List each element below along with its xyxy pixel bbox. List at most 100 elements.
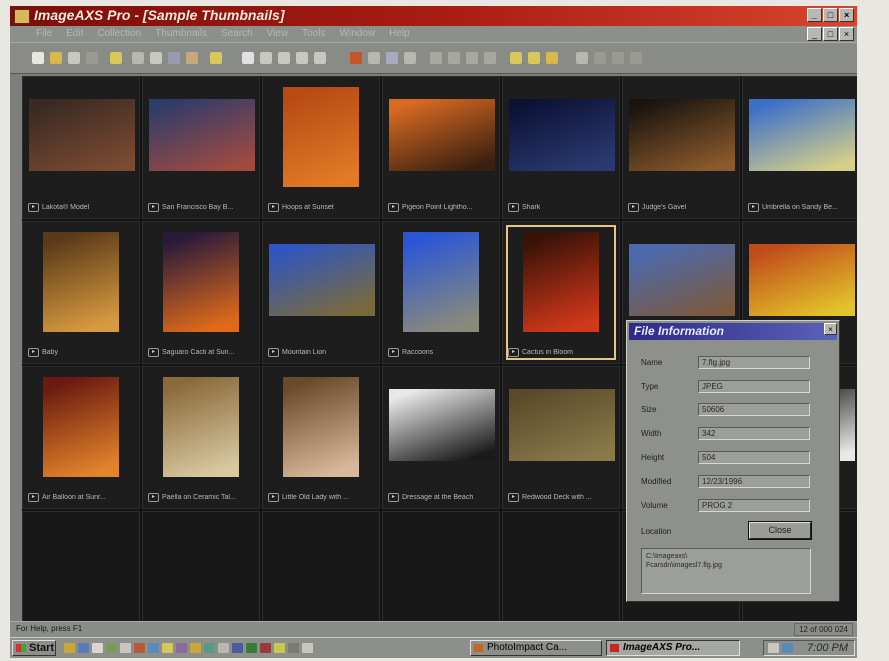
size-field[interactable]: 50606 bbox=[698, 403, 810, 416]
quicklaunch-folder-icon[interactable] bbox=[162, 643, 173, 653]
menu-view[interactable]: View bbox=[267, 26, 289, 42]
image-file-icon[interactable]: ▸ bbox=[508, 347, 519, 357]
hand-icon[interactable] bbox=[186, 52, 198, 64]
type-field[interactable]: JPEG bbox=[698, 380, 810, 393]
doc-close-button[interactable]: × bbox=[839, 27, 854, 41]
thumbnail-cell[interactable]: ▸ Mountain Lion bbox=[262, 221, 380, 364]
thumbnail-cell[interactable]: ▸ Umbrella on Sandy Be... bbox=[742, 76, 857, 219]
thumbnail-image[interactable] bbox=[283, 377, 359, 477]
thumbnail-cell[interactable]: ▸ Redwood Deck with ... bbox=[502, 366, 620, 509]
thumbnail-cell[interactable]: ▸ Dressage at the Beach bbox=[382, 366, 500, 509]
thumbnail-image[interactable] bbox=[283, 87, 359, 187]
document-icon[interactable] bbox=[404, 52, 416, 64]
thumbnail-cell[interactable]: ▸ Paella on Ceramic Tal... bbox=[142, 366, 260, 509]
image-file-icon[interactable]: ▸ bbox=[508, 202, 519, 212]
image-file-icon[interactable]: ▸ bbox=[148, 347, 159, 357]
thumbnail-image[interactable] bbox=[509, 389, 615, 461]
thumbnail-cell[interactable]: ▸ Shark bbox=[502, 76, 620, 219]
refresh-icon[interactable] bbox=[168, 52, 180, 64]
thumbnail-image[interactable] bbox=[629, 244, 735, 316]
quicklaunch-notepad-icon[interactable] bbox=[92, 643, 103, 653]
start-button[interactable]: Start bbox=[12, 640, 56, 656]
task-photoimpact[interactable]: PhotoImpact Ca... bbox=[470, 640, 602, 656]
save-icon[interactable] bbox=[68, 52, 80, 64]
menu-file[interactable]: File bbox=[36, 26, 52, 42]
image-file-icon[interactable]: ▸ bbox=[388, 492, 399, 502]
doc-minimize-button[interactable]: _ bbox=[807, 27, 822, 41]
image-file-icon[interactable]: ▸ bbox=[148, 492, 159, 502]
quicklaunch-calculator-icon[interactable] bbox=[120, 643, 131, 653]
name-field[interactable]: 7.flg.jpg bbox=[698, 356, 810, 369]
thumbnail-cell[interactable]: ▸ Judge's Gavel bbox=[622, 76, 740, 219]
thumbnail-image[interactable] bbox=[389, 99, 495, 171]
quicklaunch-media-icon[interactable] bbox=[176, 643, 187, 653]
quicklaunch-explorer-icon[interactable] bbox=[64, 643, 75, 653]
thumbnail-cell[interactable]: ▸ Baby bbox=[22, 221, 140, 364]
thumbnail-cell[interactable]: ▸ Hoops at Sunset bbox=[262, 76, 380, 219]
quicklaunch-browser-icon[interactable] bbox=[78, 643, 89, 653]
quicklaunch-pdf-icon[interactable] bbox=[302, 643, 313, 653]
image-file-icon[interactable]: ▸ bbox=[148, 202, 159, 212]
folder-open-icon[interactable] bbox=[546, 52, 558, 64]
location-field[interactable]: C:\Imageaxs\ Fcarsdn\imagesl7.flg.jpg bbox=[641, 548, 811, 594]
thumbnail-image[interactable] bbox=[29, 99, 135, 171]
tools-icon[interactable] bbox=[150, 52, 162, 64]
close-dialog-button[interactable]: Close bbox=[748, 521, 812, 540]
open-folder-icon[interactable] bbox=[50, 52, 62, 64]
image-file-icon[interactable]: ▸ bbox=[28, 492, 39, 502]
menu-window[interactable]: Window bbox=[340, 26, 376, 42]
arrow-left-icon[interactable] bbox=[430, 52, 442, 64]
quicklaunch-folder2-icon[interactable] bbox=[274, 643, 285, 653]
image-file-icon[interactable]: ▸ bbox=[28, 202, 39, 212]
info-icon[interactable] bbox=[386, 52, 398, 64]
menu-thumbnails[interactable]: Thumbnails bbox=[155, 26, 207, 42]
app-icon[interactable] bbox=[14, 9, 30, 24]
paste-icon[interactable] bbox=[132, 52, 144, 64]
folder-add-icon[interactable] bbox=[528, 52, 540, 64]
compact-view-icon[interactable] bbox=[314, 52, 326, 64]
quicklaunch-powerpoint-icon[interactable] bbox=[260, 643, 271, 653]
task-imageaxs[interactable]: ImageAXS Pro... bbox=[606, 640, 740, 656]
help-icon[interactable] bbox=[630, 52, 642, 64]
height-field[interactable]: 504 bbox=[698, 451, 810, 464]
quicklaunch-disk-icon[interactable] bbox=[218, 643, 229, 653]
clock[interactable]: 7:00 PM bbox=[807, 642, 848, 654]
arrow-up-icon[interactable] bbox=[466, 52, 478, 64]
image-file-icon[interactable]: ▸ bbox=[388, 347, 399, 357]
volume-field[interactable]: PROG 2 bbox=[698, 499, 810, 512]
image-file-icon[interactable]: ▸ bbox=[388, 202, 399, 212]
copy-icon[interactable] bbox=[110, 52, 122, 64]
thumbnail-image[interactable] bbox=[749, 244, 855, 316]
thumbnail-view-icon[interactable] bbox=[242, 52, 254, 64]
quicklaunch-excel-icon[interactable] bbox=[246, 643, 257, 653]
quicklaunch-tools-icon[interactable] bbox=[288, 643, 299, 653]
maximize-button[interactable]: □ bbox=[823, 8, 838, 22]
thumbnail-image[interactable] bbox=[163, 232, 239, 332]
image-icon[interactable] bbox=[350, 52, 362, 64]
app-title-bar[interactable]: ImageAXS Pro - [Sample Thumbnails] _ □ × bbox=[10, 6, 857, 26]
thumbnail-image[interactable] bbox=[523, 232, 599, 332]
close-button[interactable]: × bbox=[839, 8, 854, 22]
thumbnail-image[interactable] bbox=[403, 232, 479, 332]
arrow-down-icon[interactable] bbox=[484, 52, 496, 64]
image-file-icon[interactable]: ▸ bbox=[28, 347, 39, 357]
quicklaunch-photo-icon[interactable] bbox=[190, 643, 201, 653]
thumbnail-cell[interactable]: ▸ Raccoons bbox=[382, 221, 500, 364]
screen-icon[interactable] bbox=[368, 52, 380, 64]
thumbnail-image[interactable] bbox=[509, 99, 615, 171]
quicklaunch-mail-icon[interactable] bbox=[148, 643, 159, 653]
image-file-icon[interactable]: ▸ bbox=[268, 347, 279, 357]
network-tray-icon[interactable] bbox=[782, 643, 793, 653]
quicklaunch-app-icon[interactable] bbox=[106, 643, 117, 653]
thumbnail-cell[interactable]: ▸ Air Balloon at Sunr... bbox=[22, 366, 140, 509]
menu-help[interactable]: Help bbox=[389, 26, 410, 42]
menu-search[interactable]: Search bbox=[221, 26, 253, 42]
image-file-icon[interactable]: ▸ bbox=[268, 492, 279, 502]
filter-icon[interactable] bbox=[576, 52, 588, 64]
sort-icon[interactable] bbox=[612, 52, 624, 64]
menu-collection[interactable]: Collection bbox=[97, 26, 141, 42]
thumbnail-cell[interactable]: ▸ Cactus in Bloom bbox=[502, 221, 620, 364]
slideshow-icon[interactable] bbox=[210, 52, 222, 64]
speaker-icon[interactable] bbox=[768, 643, 779, 653]
image-file-icon[interactable]: ▸ bbox=[628, 202, 639, 212]
